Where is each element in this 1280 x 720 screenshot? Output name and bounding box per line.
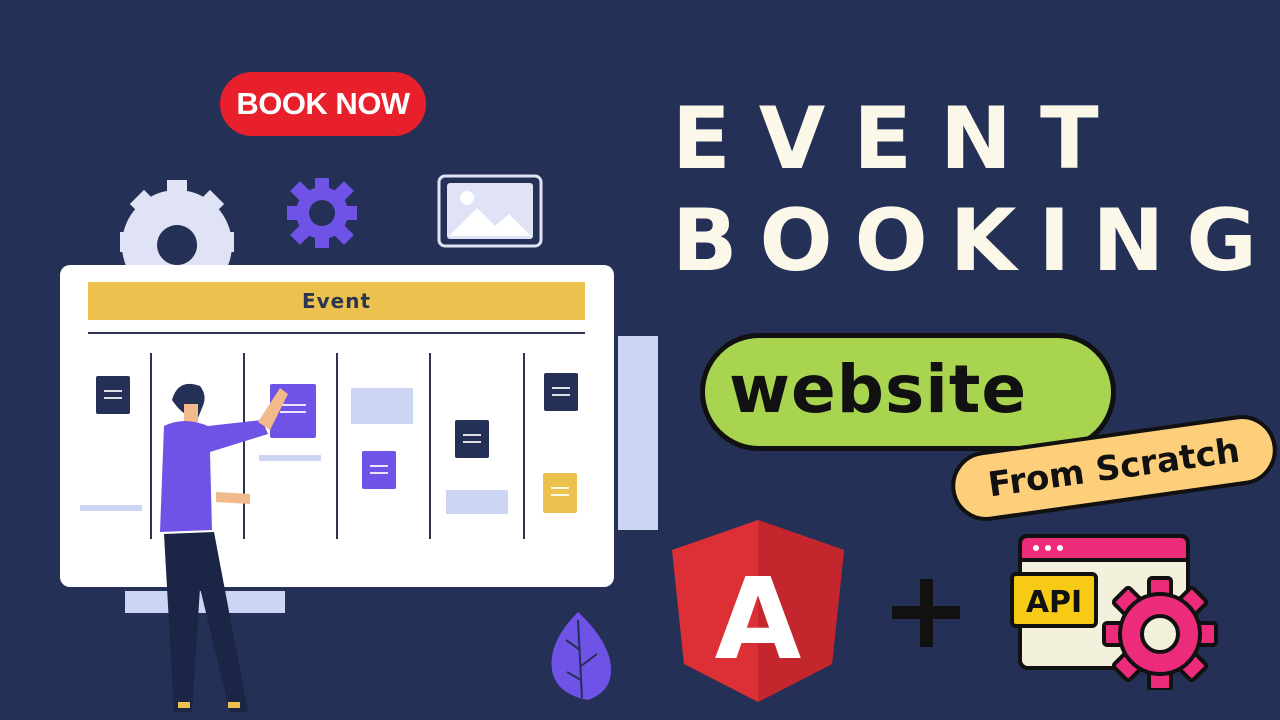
website-text: website (729, 350, 1028, 428)
api-label: API (1026, 585, 1082, 620)
placeholder-card (446, 490, 508, 514)
board-divider (88, 332, 585, 334)
leaf-icon (551, 612, 612, 700)
board-column-divider (523, 353, 525, 539)
sticky-note (543, 473, 577, 513)
book-now-button[interactable]: BOOK NOW (220, 72, 426, 136)
sticky-note (455, 420, 489, 458)
plus-icon (892, 579, 960, 647)
angular-letter: A (715, 555, 802, 685)
sticky-note (362, 451, 396, 489)
angular-logo-icon: A (672, 520, 844, 702)
image-icon (437, 174, 543, 248)
website-pill: website (700, 333, 1116, 451)
board-side-panel (618, 336, 658, 530)
small-gear-icon (287, 178, 357, 248)
api-settings-icon: API (1010, 534, 1218, 690)
person-illustration (160, 383, 288, 712)
board-column-divider (429, 353, 431, 539)
title-line-1: EVENT (672, 89, 1127, 189)
sticky-note (96, 376, 130, 414)
title-line-2: BOOKING (672, 191, 1279, 291)
sticky-note (544, 373, 578, 411)
placeholder-card (351, 388, 413, 424)
board-column-divider (336, 353, 338, 539)
placeholder-line (80, 505, 142, 511)
large-gear-icon (120, 180, 234, 270)
board-header: Event (88, 282, 585, 320)
